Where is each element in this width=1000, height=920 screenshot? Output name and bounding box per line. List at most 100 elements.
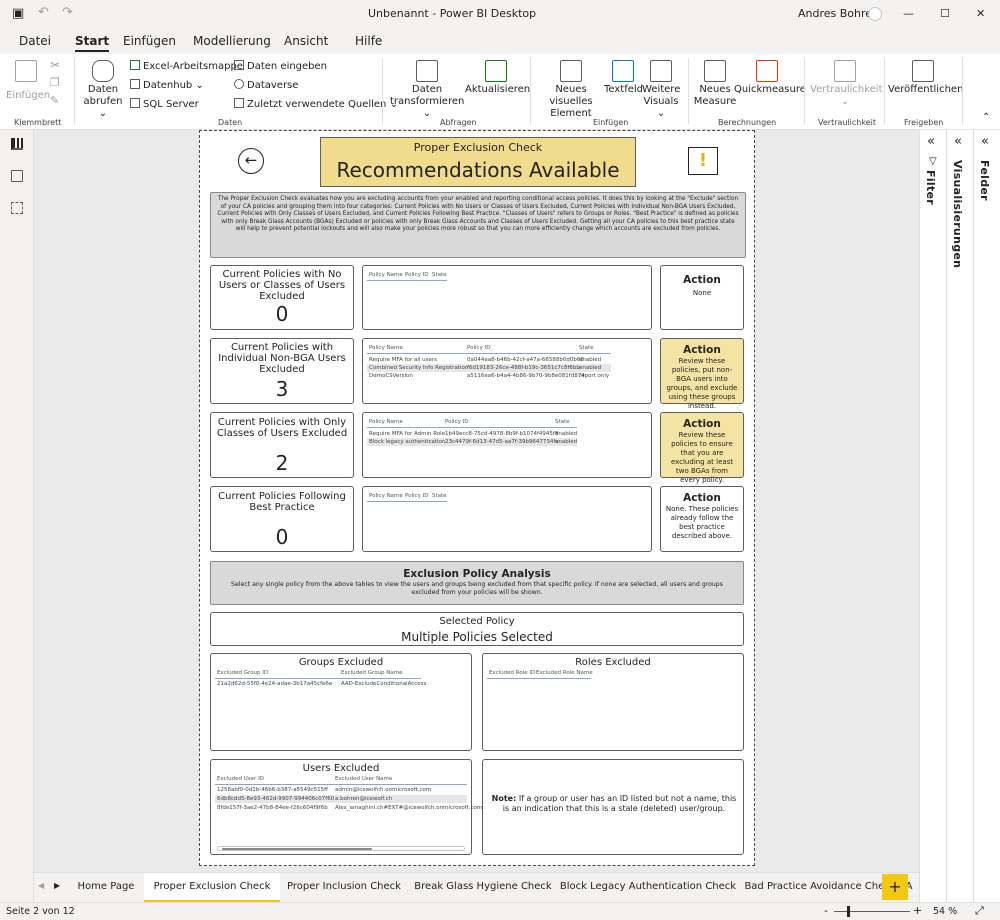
tab-hilfe[interactable]: Hilfe	[355, 34, 382, 48]
chevron-left-icon[interactable]: «	[981, 134, 989, 149]
column-header[interactable]: Excluded Group ID	[217, 670, 268, 676]
paste-button[interactable]: Einfügen	[6, 60, 50, 102]
header-divider	[367, 353, 611, 354]
save-icon[interactable]: ▣	[12, 6, 24, 21]
column-header[interactable]: Excluded User ID	[217, 776, 264, 782]
column-header[interactable]: Excluded User Name	[335, 776, 392, 782]
zoom-in-button[interactable]: +	[913, 904, 922, 917]
tab-datei[interactable]: Datei	[19, 34, 51, 48]
card-title: Current Policies Following Best Practice	[218, 491, 346, 513]
zoom-level[interactable]: 54 %	[933, 906, 957, 917]
page-tab-block-legacy[interactable]: Block Legacy Authentication Check	[558, 873, 738, 903]
table-best-practice[interactable]: Policy Name Policy ID State	[362, 486, 652, 552]
copy-icon[interactable]: ❐	[50, 76, 60, 89]
page-tab-proper-inclusion[interactable]: Proper Inclusion Check	[280, 873, 408, 903]
sensitivity-button[interactable]: Vertraulichkeit ⌄	[810, 60, 883, 108]
column-header[interactable]: Policy ID	[467, 345, 490, 351]
model-view-icon[interactable]	[11, 202, 23, 214]
recent-sources-button[interactable]: Zuletzt verwendete Quellen ⌄	[234, 98, 398, 110]
roles-excluded-table[interactable]: Roles Excluded Excluded Role ID Excluded…	[482, 653, 744, 751]
column-header[interactable]: State	[555, 419, 570, 425]
fields-pane[interactable]: « Felder	[973, 130, 1000, 902]
horizontal-scrollbar[interactable]	[217, 846, 465, 851]
chevron-right-icon[interactable]: ▶	[54, 881, 60, 890]
new-visual-button[interactable]: Neues visuelles Element	[536, 60, 606, 120]
column-header[interactable]: Policy Name	[369, 493, 403, 499]
redo-icon[interactable]: ↷	[62, 5, 73, 20]
user-avatar[interactable]	[868, 7, 882, 21]
zoom-out-button[interactable]: -	[824, 904, 828, 917]
maximize-button[interactable]: ☐	[940, 7, 950, 20]
column-header[interactable]: Policy ID	[405, 272, 428, 278]
table-row[interactable]: Combined Security Info Registration f6d19…	[367, 364, 611, 372]
close-button[interactable]: ✕	[976, 7, 985, 20]
tab-start[interactable]: Start	[75, 34, 110, 52]
dataverse-button[interactable]: Dataverse	[234, 79, 298, 91]
zoom-slider[interactable]	[834, 911, 910, 912]
add-page-button[interactable]: +	[882, 874, 908, 900]
column-header[interactable]: Policy ID	[405, 493, 428, 499]
table-row[interactable]: Block legacy authentication 23c4479f-6d13…	[367, 438, 577, 446]
table-classes-only[interactable]: Policy Name Policy ID State Require MFA …	[362, 412, 652, 478]
page-tab-bad-practice[interactable]: Bad Practice Avoidance Check	[738, 873, 902, 903]
column-header[interactable]: Excluded Role ID	[489, 670, 535, 676]
table-row[interactable]: 6db8cdd5-8e93-462d-9907-994406c07f60 a.bo…	[215, 795, 467, 803]
tab-modellierung[interactable]: Modellierung	[193, 34, 271, 48]
format-painter-icon[interactable]: ✎	[50, 94, 59, 107]
table-row[interactable]: Require MFA for all users 0a044aa8-b46b-4…	[367, 356, 611, 364]
column-header[interactable]: State	[432, 272, 447, 278]
column-header[interactable]: Excluded Role Name	[536, 670, 593, 676]
publish-button[interactable]: Veröffentlichen	[888, 60, 963, 96]
column-header[interactable]: Policy Name	[369, 345, 403, 351]
table-row[interactable]: DemoCSVersion a5116ea6-b4a4-4b86-9b70-9b8…	[367, 372, 611, 380]
column-header[interactable]: Policy ID	[445, 419, 468, 425]
table-no-exclusions[interactable]: Policy Name Policy ID State	[362, 265, 652, 330]
chevron-left-icon[interactable]: «	[954, 134, 962, 149]
quickmeasure-button[interactable]: Quickmeasure	[734, 60, 806, 96]
filter-pane[interactable]: « ▽ Filter	[919, 130, 946, 902]
cut-icon[interactable]: ✂	[50, 58, 60, 72]
page-tab-home[interactable]: Home Page	[68, 873, 144, 903]
tab-ansicht[interactable]: Ansicht	[284, 34, 328, 48]
table-row[interactable]: 1258abf0-0d1b-46b6-b387-a5549c515ff admin…	[215, 786, 467, 794]
datenhub-label: Datenhub ⌄	[143, 80, 204, 91]
zoom-slider-thumb[interactable]	[847, 906, 850, 917]
table-row[interactable]: 21a2d62d-55f0-4e24-adae-3b17a45cfe6e AAD-…	[215, 680, 426, 688]
column-header[interactable]: Excluded Group Name	[341, 670, 403, 676]
page-tab-proper-exclusion[interactable]: Proper Exclusion Check	[144, 873, 280, 903]
table-individual-users[interactable]: Policy Name Policy ID State Require MFA …	[362, 338, 652, 404]
get-data-button[interactable]: Daten abrufen ⌄	[80, 60, 126, 120]
column-header[interactable]: Policy Name	[369, 419, 403, 425]
minimize-button[interactable]: —	[903, 7, 914, 20]
excel-button[interactable]: Excel-Arbeitsmappe	[130, 60, 243, 72]
column-header[interactable]: Policy Name	[369, 272, 403, 278]
table-row[interactable]: Require MFA for Admin Role 1b49ecc8-75cd-…	[367, 430, 577, 438]
undo-icon[interactable]: ↶	[38, 5, 49, 20]
users-excluded-table[interactable]: Users Excluded Excluded User ID Excluded…	[210, 759, 482, 855]
cell: 1258abf0-0d1b-46b6-b387-a5549c515ff	[217, 787, 328, 793]
textbox-button[interactable]: Textfeld	[604, 60, 643, 96]
refresh-button[interactable]: Aktualisieren	[465, 60, 530, 96]
sql-server-button[interactable]: SQL Server	[130, 98, 199, 110]
table-row[interactable]: 8fde157f-3ae2-47b8-84ee-f26c604f9f6b Alex…	[215, 804, 482, 812]
chevron-left-icon[interactable]: ◀	[38, 881, 44, 890]
visualizations-pane[interactable]: « Visualisierungen	[946, 130, 973, 902]
table-view-icon[interactable]	[11, 170, 23, 182]
chevron-left-icon[interactable]: «	[927, 134, 935, 149]
report-view-icon[interactable]	[11, 138, 23, 150]
more-visuals-button[interactable]: Weitere Visuals ⌄	[642, 60, 680, 120]
new-measure-button[interactable]: Neues Measure	[692, 60, 738, 108]
datenhub-button[interactable]: Datenhub ⌄	[130, 79, 204, 91]
page-tab-break-glass[interactable]: Break Glass Hygiene Check	[408, 873, 558, 903]
tab-einfuegen[interactable]: Einfügen	[123, 34, 176, 48]
enter-data-button[interactable]: Daten eingeben	[234, 60, 327, 72]
groups-excluded-table[interactable]: Groups Excluded Excluded Group ID Exclud…	[210, 653, 472, 751]
fit-to-page-icon[interactable]: ⤢	[975, 904, 984, 918]
collapse-ribbon-icon[interactable]: ⌃	[982, 112, 990, 123]
back-arrow-icon[interactable]: ←	[238, 148, 264, 174]
column-header[interactable]: State	[432, 493, 447, 499]
scrollbar-thumb[interactable]	[222, 848, 372, 850]
column-header[interactable]: State	[579, 345, 594, 351]
transform-data-button[interactable]: Daten transformieren ⌄	[390, 60, 464, 120]
user-name[interactable]: Andres Bohren	[798, 7, 879, 20]
